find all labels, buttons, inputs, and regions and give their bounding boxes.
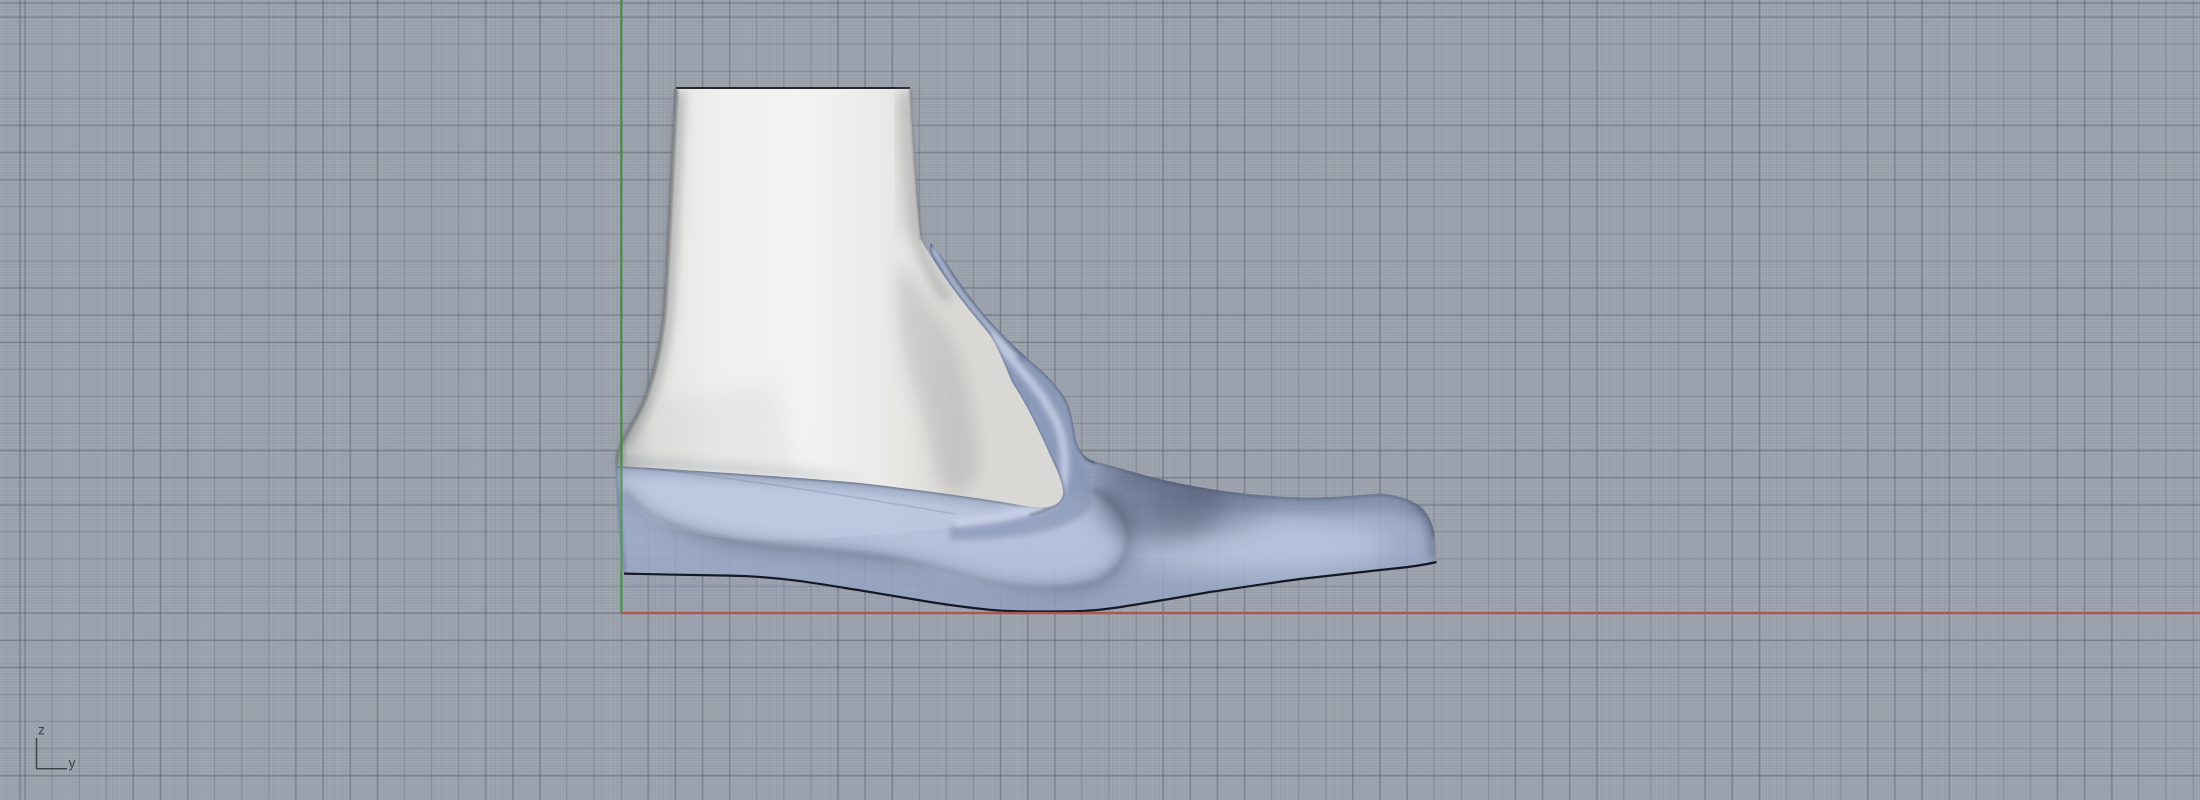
svg-text:z: z [38,722,45,738]
svg-text:y: y [69,755,76,771]
